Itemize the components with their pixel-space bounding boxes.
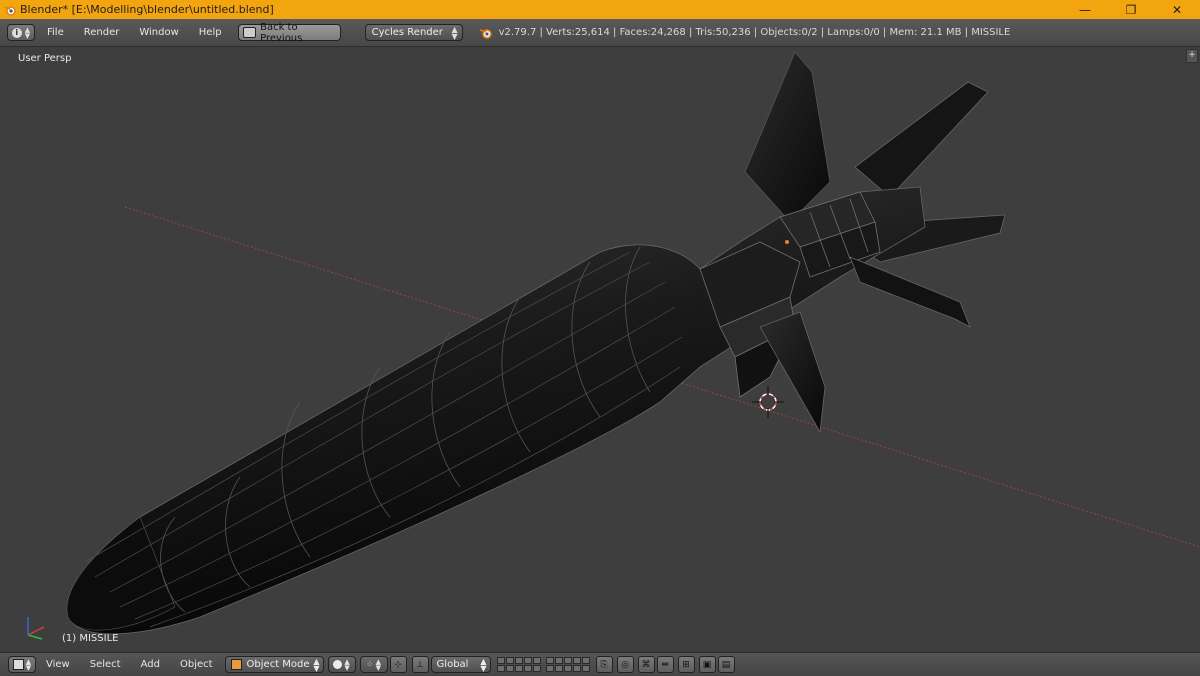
fin-top-right (854, 81, 989, 198)
layer-button[interactable] (532, 665, 541, 672)
back-to-previous-label: Back to Previous (260, 21, 303, 44)
menu-window[interactable]: Window (139, 27, 178, 38)
fin-top (744, 51, 831, 223)
axis-gizmo (27, 617, 45, 640)
proportional-edit-icon[interactable]: ◎ (616, 656, 634, 673)
window-title-bar: Blender* [E:\Modelling\blender\untitled.… (0, 0, 1200, 19)
solid-shading-icon (333, 660, 343, 669)
orientation-label: Global (436, 659, 469, 670)
chevron-updown-icon: ▲ ▼ (313, 657, 320, 673)
layer-button[interactable] (572, 657, 581, 664)
transform-manipulator-icon[interactable]: ⟂ (411, 656, 429, 673)
3d-cursor (752, 386, 784, 418)
viewport-shading-selector[interactable]: ▲ ▼ (327, 656, 356, 673)
snap-toggle-icon[interactable]: ⌘ (637, 656, 655, 673)
chevron-updown-icon: ▲ ▼ (480, 657, 487, 673)
layer-button[interactable] (514, 657, 523, 664)
manipulator-toggle-icon[interactable]: ⊹ (389, 656, 407, 673)
restore-button[interactable]: ❐ (1108, 0, 1154, 19)
pivot-icon: ⁘ (366, 659, 374, 670)
menu-render[interactable]: Render (84, 27, 120, 38)
layer-button[interactable] (563, 657, 572, 664)
layer-group-1 (496, 657, 541, 672)
editor-type-selector[interactable]: ▲ ▼ (8, 656, 36, 673)
layer-button[interactable] (505, 665, 514, 672)
menu-select[interactable]: Select (90, 659, 121, 670)
back-to-previous-button[interactable]: Back to Previous (237, 21, 341, 44)
layer-button[interactable] (496, 657, 505, 664)
interaction-mode-selector[interactable]: Object Mode ▲ ▼ (224, 656, 324, 673)
layer-button[interactable] (523, 657, 532, 664)
layer-lock-icon[interactable]: ⎘ (595, 656, 613, 673)
scene-layers (496, 657, 594, 672)
layer-button[interactable] (496, 665, 505, 672)
render-engine-selector[interactable]: Cycles Render ▲ ▼ (364, 24, 463, 41)
layer-button[interactable] (505, 657, 514, 664)
menu-file[interactable]: File (47, 27, 64, 38)
chevron-updown-icon: ▲ ▼ (451, 25, 458, 41)
3d-view-header: ▲ ▼ View Select Add Object Object Mode ▲ ▼… (0, 652, 1200, 676)
object-cube-icon (230, 659, 242, 670)
3d-viewport[interactable]: User Persp + (1) MISSILE (0, 47, 1200, 651)
chevron-updown-icon: ▲ ▼ (344, 657, 350, 672)
view-perspective-label: User Persp (18, 53, 72, 64)
3d-view-icon (12, 659, 24, 670)
layer-button[interactable] (563, 665, 572, 672)
info-icon: i (11, 27, 22, 38)
chevron-updown-icon: ▲ ▼ (375, 657, 382, 672)
layer-button[interactable] (554, 657, 563, 664)
render-animation-icon[interactable]: ▤ (717, 656, 735, 673)
snap-target-icon[interactable]: ⊞ (677, 656, 695, 673)
layer-group-2 (545, 657, 590, 672)
mode-label: Object Mode (246, 659, 310, 670)
layer-button[interactable] (581, 665, 590, 672)
menu-help[interactable]: Help (199, 27, 222, 38)
layer-button[interactable] (545, 665, 554, 672)
layer-button[interactable] (572, 665, 581, 672)
region-toggle-icon[interactable]: + (1186, 49, 1198, 63)
transform-orientation-selector[interactable]: Global ▲ ▼ (430, 656, 491, 673)
chevron-updown-icon: ▲ ▼ (25, 657, 32, 672)
layer-button[interactable] (554, 665, 563, 672)
layer-button[interactable] (581, 657, 590, 664)
close-button[interactable]: ✕ (1154, 0, 1200, 19)
layer-button[interactable] (523, 665, 532, 672)
object-origin (785, 240, 789, 244)
info-header: i ▲ ▼ File Render Window Help Back to Pre… (0, 19, 1200, 47)
blender-logo-icon (479, 28, 492, 39)
layer-button[interactable] (545, 657, 554, 664)
blender-logo-icon (4, 5, 16, 16)
render-image-icon[interactable]: ▣ (698, 656, 716, 673)
missile-model (0, 51, 1200, 640)
editor-type-selector[interactable]: i ▲ ▼ (7, 24, 35, 41)
menu-object[interactable]: Object (180, 659, 213, 670)
render-engine-label: Cycles Render (371, 27, 443, 38)
menu-add[interactable]: Add (141, 659, 160, 670)
active-object-label: (1) MISSILE (62, 633, 119, 644)
chevron-updown-icon: ▲ ▼ (24, 25, 31, 40)
layer-button[interactable] (514, 665, 523, 672)
window-title: Blender* [E:\Modelling\blender\untitled.… (20, 3, 274, 16)
snap-element-icon[interactable]: ⇹ (656, 656, 674, 673)
minimize-button[interactable]: — (1062, 0, 1108, 19)
layer-button[interactable] (532, 657, 541, 664)
scene-statistics: v2.79.7 | Verts:25,614 | Faces:24,268 | … (498, 27, 1011, 38)
pivot-point-selector[interactable]: ⁘ ▲ ▼ (359, 656, 388, 673)
screen-back-icon (242, 27, 257, 38)
menu-view[interactable]: View (46, 659, 70, 670)
